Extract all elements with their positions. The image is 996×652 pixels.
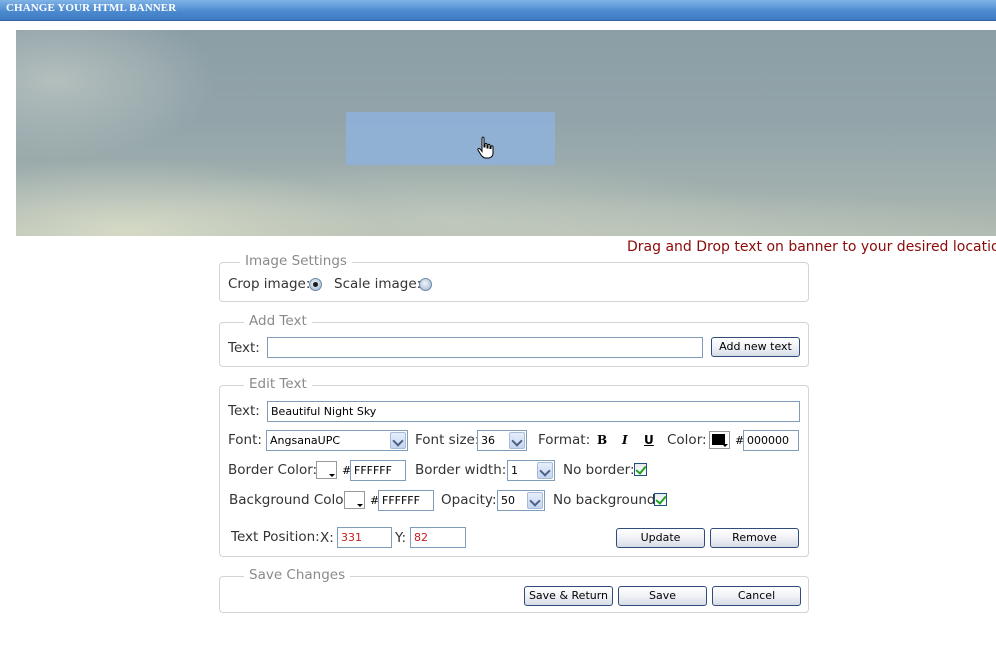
font-select[interactable]: AngsanaUPC: [266, 430, 408, 451]
cancel-button[interactable]: Cancel: [712, 586, 801, 606]
text-color-picker[interactable]: [709, 431, 730, 449]
chevron-down-icon: [390, 432, 406, 449]
opacity-select[interactable]: 50: [497, 490, 545, 511]
save-and-return-button[interactable]: Save & Return: [524, 586, 613, 606]
y-position-label: Y:: [395, 530, 407, 546]
font-select-value: AngsanaUPC: [270, 434, 341, 447]
background-color-label: Background Color:: [229, 492, 354, 508]
add-new-text-button[interactable]: Add new text: [711, 337, 800, 357]
x-position-input[interactable]: 331: [337, 527, 392, 548]
add-text-panel: Add Text Text: Add new text: [219, 313, 809, 367]
bold-icon[interactable]: B: [597, 433, 607, 447]
scale-image-label: Scale image:: [334, 276, 422, 292]
opacity-value: 50: [501, 494, 515, 507]
italic-icon[interactable]: I: [622, 433, 628, 447]
banner-preview[interactable]: [16, 30, 996, 236]
scale-image-radio[interactable]: [419, 278, 432, 291]
window-title: CHANGE YOUR HTML BANNER: [6, 2, 177, 14]
border-width-label: Border width:: [415, 462, 507, 478]
chevron-down-icon: [537, 462, 553, 479]
dropdown-triangle-icon: [722, 444, 728, 447]
edit-text-legend: Edit Text: [244, 376, 312, 392]
color-label: Color:: [667, 432, 707, 448]
drag-drop-hint: Drag and Drop text on banner to your des…: [627, 239, 996, 255]
border-color-picker[interactable]: [316, 461, 337, 479]
border-color-hex-input[interactable]: FFFFFF: [350, 460, 406, 481]
no-border-label: No border:: [563, 462, 635, 478]
font-size-value: 36: [481, 434, 495, 447]
crop-image-radio[interactable]: [309, 278, 322, 291]
x-position-label: X:: [320, 530, 334, 546]
background-color-hex-input[interactable]: FFFFFF: [378, 490, 434, 511]
background-color-picker[interactable]: [344, 491, 365, 509]
image-settings-legend: Image Settings: [240, 253, 352, 269]
add-text-input[interactable]: [267, 337, 703, 358]
remove-button[interactable]: Remove: [710, 528, 799, 548]
dropdown-triangle-icon: [357, 504, 363, 507]
update-button[interactable]: Update: [616, 528, 705, 548]
opacity-label: Opacity:: [441, 492, 497, 508]
font-label: Font:: [228, 432, 262, 448]
hand-cursor-icon: [477, 136, 494, 159]
edit-text-input[interactable]: Beautiful Night Sky: [267, 401, 800, 422]
dropdown-triangle-icon: [329, 474, 335, 477]
text-position-label: Text Position:: [231, 529, 320, 545]
border-width-select[interactable]: 1: [507, 460, 555, 481]
title-bar: CHANGE YOUR HTML BANNER: [0, 0, 996, 21]
y-position-input[interactable]: 82: [410, 527, 466, 548]
save-changes-panel: Save Changes Save & Return Save Cancel: [219, 567, 809, 613]
add-text-label: Text:: [228, 340, 260, 356]
chevron-down-icon: [527, 492, 543, 509]
text-color-hex-input[interactable]: 000000: [743, 430, 799, 451]
banner-text-box[interactable]: [346, 112, 555, 165]
save-changes-legend: Save Changes: [244, 567, 351, 583]
image-settings-panel: Image Settings Crop image: Scale image:: [219, 253, 809, 302]
border-color-label: Border Color:: [228, 462, 318, 478]
font-size-select[interactable]: 36: [477, 430, 527, 451]
crop-image-label: Crop image:: [228, 276, 311, 292]
edit-text-panel: Edit Text Text: Beautiful Night Sky Font…: [219, 376, 809, 557]
save-button[interactable]: Save: [618, 586, 707, 606]
add-text-legend: Add Text: [244, 313, 312, 329]
format-label: Format:: [538, 432, 591, 448]
font-size-label: Font size:: [415, 432, 480, 448]
border-width-value: 1: [511, 464, 518, 477]
no-border-checkbox[interactable]: [634, 463, 647, 476]
no-background-label: No background:: [553, 492, 661, 508]
no-background-checkbox[interactable]: [654, 493, 667, 506]
underline-icon[interactable]: U: [644, 433, 654, 447]
chevron-down-icon: [509, 432, 525, 449]
edit-text-label: Text:: [228, 403, 260, 419]
